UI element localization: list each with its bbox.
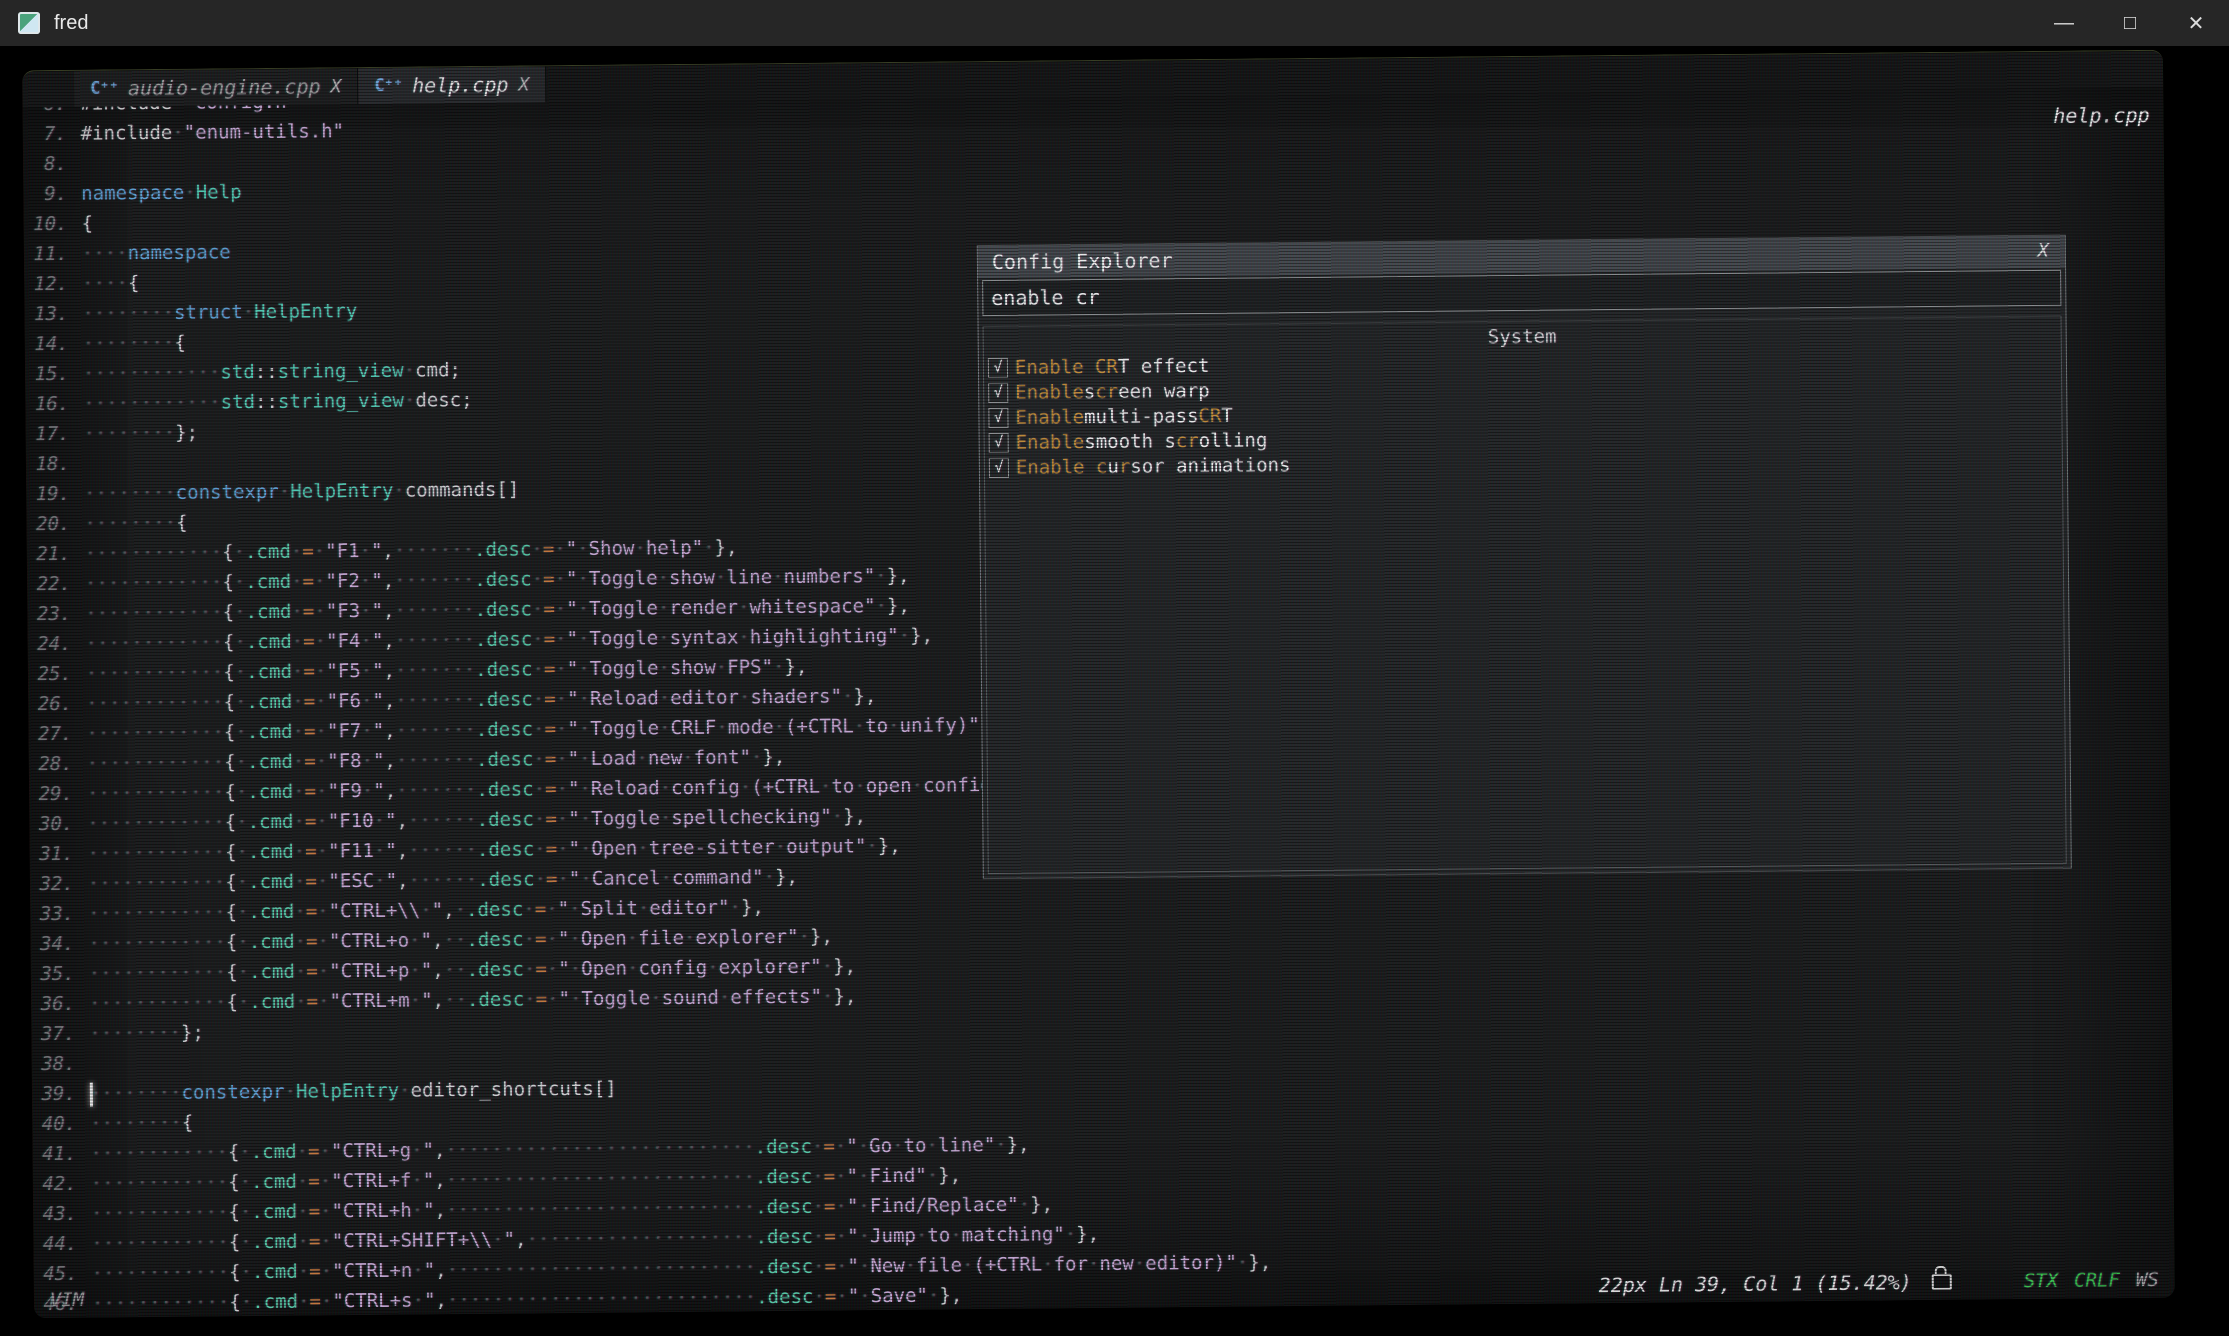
- line-number: 23.: [27, 599, 71, 629]
- vim-mode-indicator: VIM: [50, 1289, 85, 1311]
- line-number: 11.: [24, 239, 68, 269]
- line-number: 42.: [33, 1169, 77, 1199]
- tab-close-icon[interactable]: X: [518, 74, 529, 95]
- tab-help[interactable]: C⁺⁺ help.cpp X: [358, 66, 546, 104]
- config-explorer-dialog: Config Explorer X enable cr System √Enab…: [977, 235, 2072, 879]
- checkbox-icon[interactable]: √: [988, 357, 1008, 377]
- config-item-label: r: [1119, 455, 1131, 477]
- config-item-label: olling: [1199, 429, 1268, 452]
- tab-label: audio-engine.cpp: [128, 74, 321, 100]
- checkbox-icon[interactable]: √: [989, 457, 1009, 477]
- window-title: fred: [54, 12, 88, 35]
- config-item-label: u: [1107, 455, 1119, 477]
- config-item-label: T: [1221, 404, 1233, 426]
- config-item-label: sor animations: [1130, 454, 1290, 478]
- line-number: 10.: [23, 209, 67, 239]
- line-number: 28.: [29, 749, 73, 779]
- line-number: 33.: [30, 899, 74, 929]
- status-flag-ws[interactable]: WS: [2136, 1269, 2159, 1291]
- line-number: 15.: [25, 359, 69, 389]
- config-item-label: T effect: [1118, 354, 1210, 377]
- line-number: 32.: [30, 869, 74, 899]
- line-number: 24.: [27, 629, 71, 659]
- line-number: 13.: [24, 299, 68, 329]
- line-number: 29.: [29, 779, 73, 809]
- maximize-button[interactable]: □: [2097, 0, 2163, 46]
- line-number: 38.: [31, 1049, 75, 1079]
- config-item-label: multi-pass: [1084, 405, 1199, 428]
- config-item-label: cr: [1095, 380, 1118, 402]
- line-number: 21.: [27, 539, 71, 569]
- checkbox-icon[interactable]: √: [988, 407, 1008, 427]
- line-number: 44.: [33, 1229, 77, 1259]
- checkbox-icon[interactable]: √: [988, 382, 1008, 402]
- line-number: 41.: [32, 1139, 76, 1169]
- tab-close-icon[interactable]: X: [331, 76, 342, 97]
- line-number: 36.: [31, 989, 75, 1019]
- line-number: 12.: [24, 269, 68, 299]
- line-number: 34.: [30, 929, 74, 959]
- line-number: 25.: [28, 659, 72, 689]
- config-item-label: s: [1084, 381, 1096, 403]
- app-icon: [18, 12, 40, 34]
- line-number: 18.: [26, 449, 70, 479]
- line-number: 9.: [23, 179, 67, 209]
- window-titlebar: fred — □ ✕: [0, 0, 2229, 46]
- config-items: √Enable CRT effect√Enable screen warp√En…: [988, 345, 2058, 480]
- config-item-label: een warp: [1118, 379, 1210, 402]
- line-number: 37.: [31, 1019, 75, 1049]
- config-item-label: Enable: [1015, 381, 1084, 404]
- tab-audio-engine[interactable]: C⁺⁺ audio-engine.cpp X: [74, 68, 359, 107]
- line-number: 17.: [25, 419, 69, 449]
- line-number: 31.: [29, 839, 73, 869]
- lock-icon: [1932, 1274, 1952, 1290]
- cpp-file-icon: C⁺⁺: [90, 78, 118, 98]
- line-number: 39.: [32, 1079, 76, 1109]
- cpp-file-icon: C⁺⁺: [374, 76, 402, 96]
- config-search-input[interactable]: enable cr: [982, 270, 2061, 316]
- checkbox-icon[interactable]: √: [989, 432, 1009, 452]
- config-list: System √Enable CRT effect√Enable screen …: [983, 316, 2067, 874]
- line-number: 26.: [28, 689, 72, 719]
- line-number: 8.: [23, 149, 67, 179]
- line-number: 16.: [25, 389, 69, 419]
- line-number: 20.: [26, 509, 70, 539]
- cursor-position: 22px Ln 39, Col 1 (15.42%): [1599, 1270, 1912, 1297]
- config-item-label: Enable c: [1016, 455, 1108, 478]
- status-flag-crlf[interactable]: CRLF: [2074, 1269, 2120, 1291]
- config-item-label: cr: [1176, 430, 1199, 452]
- line-number: 14.: [25, 329, 69, 359]
- minimize-button[interactable]: —: [2031, 0, 2097, 46]
- close-button[interactable]: ✕: [2163, 0, 2229, 46]
- dialog-title: Config Explorer: [992, 248, 1173, 274]
- line-number: 19.: [26, 479, 70, 509]
- config-item-label: CR: [1198, 404, 1221, 426]
- line-number: 27.: [28, 719, 72, 749]
- line-number: 43.: [33, 1199, 77, 1229]
- config-item-label: smooth s: [1084, 430, 1176, 453]
- config-item-label: Enable: [1016, 431, 1085, 454]
- line-number: 7.: [23, 119, 67, 149]
- dialog-close-icon[interactable]: X: [2037, 240, 2049, 262]
- line-number: 30.: [29, 809, 73, 839]
- line-number: 22.: [27, 569, 71, 599]
- tab-label: help.cpp: [412, 73, 509, 98]
- line-number: 40.: [32, 1109, 76, 1139]
- filename-badge: help.cpp: [2053, 103, 2150, 128]
- line-number: 35.: [31, 959, 75, 989]
- editor-screen: C⁺⁺ audio-engine.cpp X C⁺⁺ help.cpp X he…: [22, 50, 2175, 1318]
- config-item-label: Enable CR: [1015, 355, 1118, 378]
- status-flag-stx[interactable]: STX: [2024, 1270, 2059, 1292]
- config-item-label: Enable: [1015, 406, 1084, 429]
